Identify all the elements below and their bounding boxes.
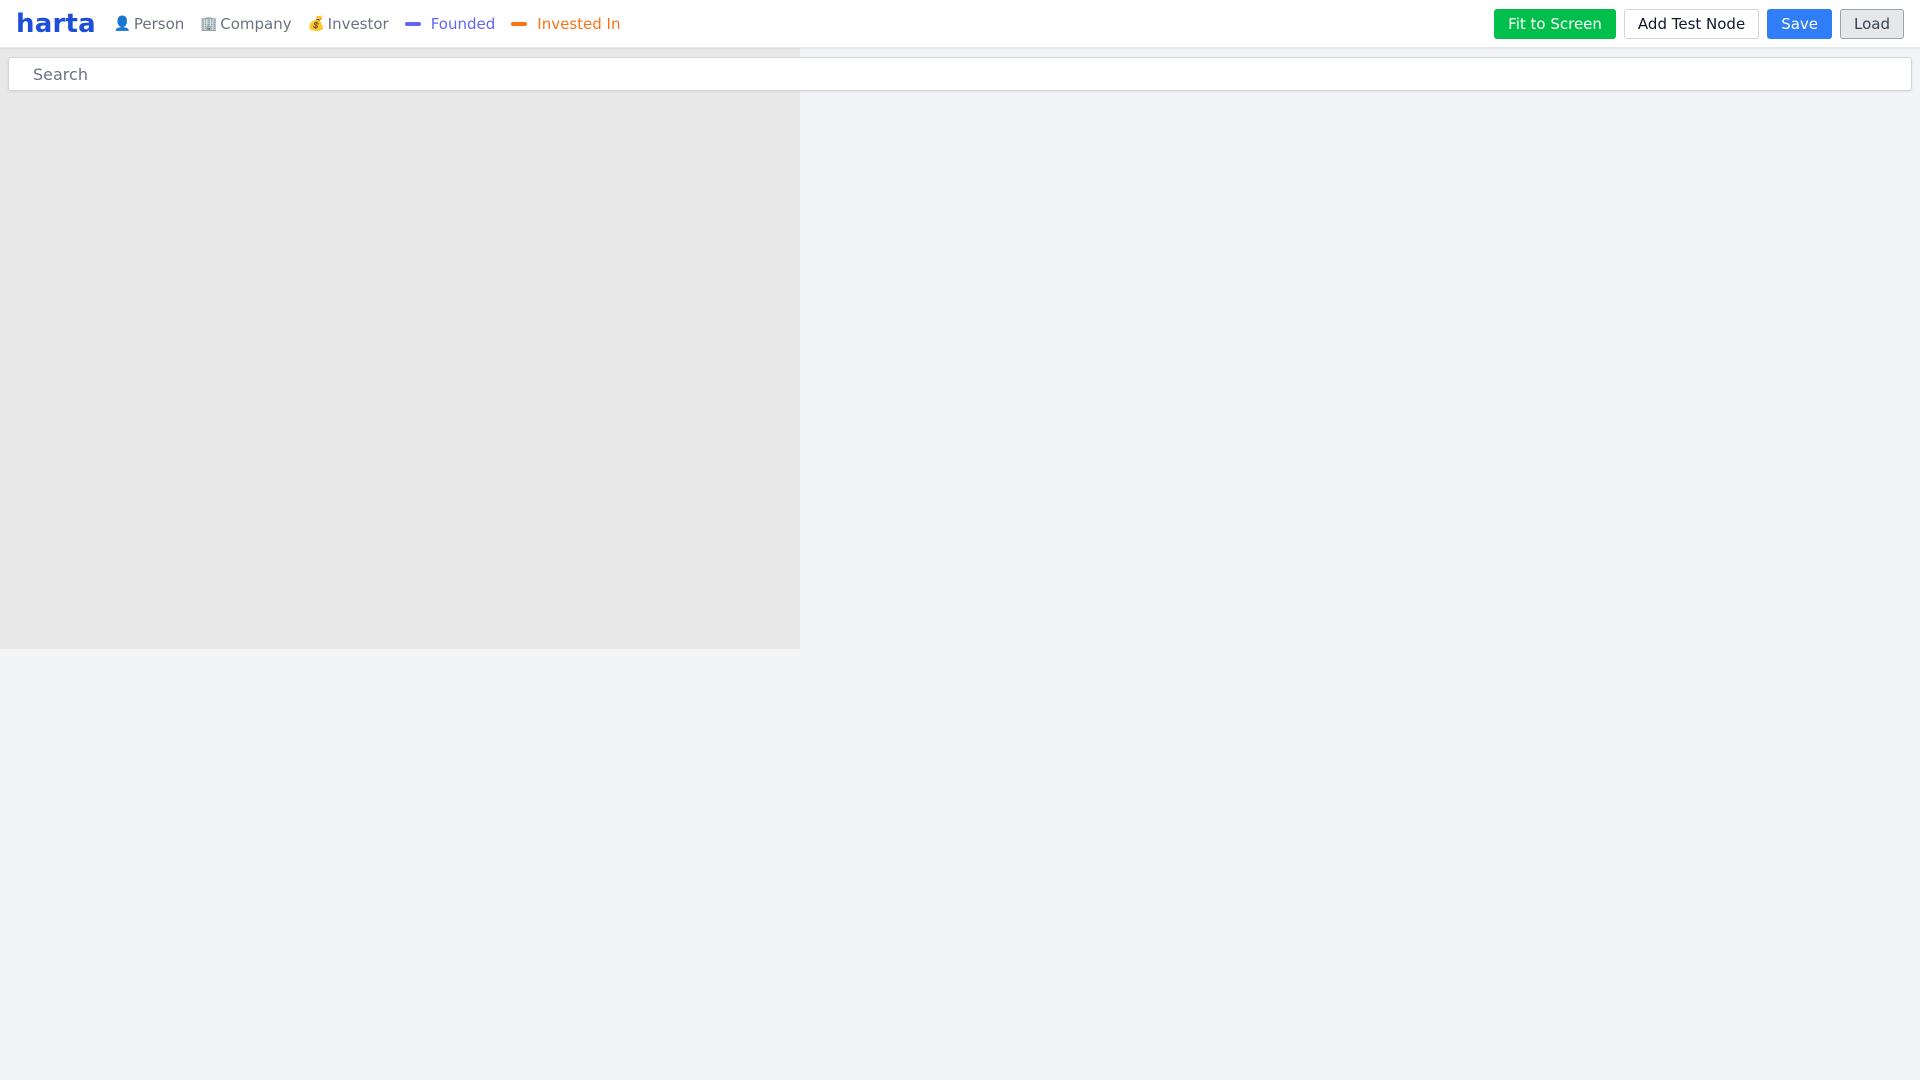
legend-label-founded: Founded bbox=[430, 14, 496, 33]
search-input[interactable] bbox=[9, 58, 1911, 90]
side-panel bbox=[0, 48, 800, 649]
legend-item-company: 🏢 Company bbox=[200, 15, 291, 33]
money-bag-icon: 💰 bbox=[307, 15, 326, 32]
graph-canvas[interactable] bbox=[800, 48, 1920, 1080]
toolbar-actions: Fit to Screen Add Test Node Save Load bbox=[1494, 8, 1904, 39]
add-test-node-button[interactable]: Add Test Node bbox=[1623, 8, 1760, 39]
save-button[interactable]: Save bbox=[1767, 8, 1833, 39]
legend-item-person: 👤 Person bbox=[114, 15, 184, 33]
load-button[interactable]: Load bbox=[1840, 8, 1904, 39]
search-box bbox=[8, 57, 1912, 91]
legend-label-person: Person bbox=[133, 14, 185, 33]
legend-item-invested-in: Invested In bbox=[511, 15, 620, 33]
legend-label-company: Company bbox=[220, 14, 292, 33]
legend-item-founded: Founded bbox=[404, 14, 496, 33]
legend-item-investor: 💰 Investor bbox=[308, 15, 389, 33]
person-icon: 👤 bbox=[113, 15, 132, 32]
app-brand: harta bbox=[16, 8, 96, 39]
office-building-icon: 🏢 bbox=[200, 15, 218, 32]
graph-legend: 👤 Person 🏢 Company 💰 Investor Founded In… bbox=[114, 15, 621, 33]
fit-to-screen-button[interactable]: Fit to Screen bbox=[1494, 8, 1616, 39]
legend-label-investor: Investor bbox=[327, 14, 389, 33]
legend-label-invested-in: Invested In bbox=[537, 14, 621, 33]
invested-in-edge-swatch bbox=[511, 21, 528, 26]
top-bar: harta 👤 Person 🏢 Company 💰 Investor Foun… bbox=[0, 0, 1920, 48]
founded-edge-swatch bbox=[404, 21, 421, 26]
